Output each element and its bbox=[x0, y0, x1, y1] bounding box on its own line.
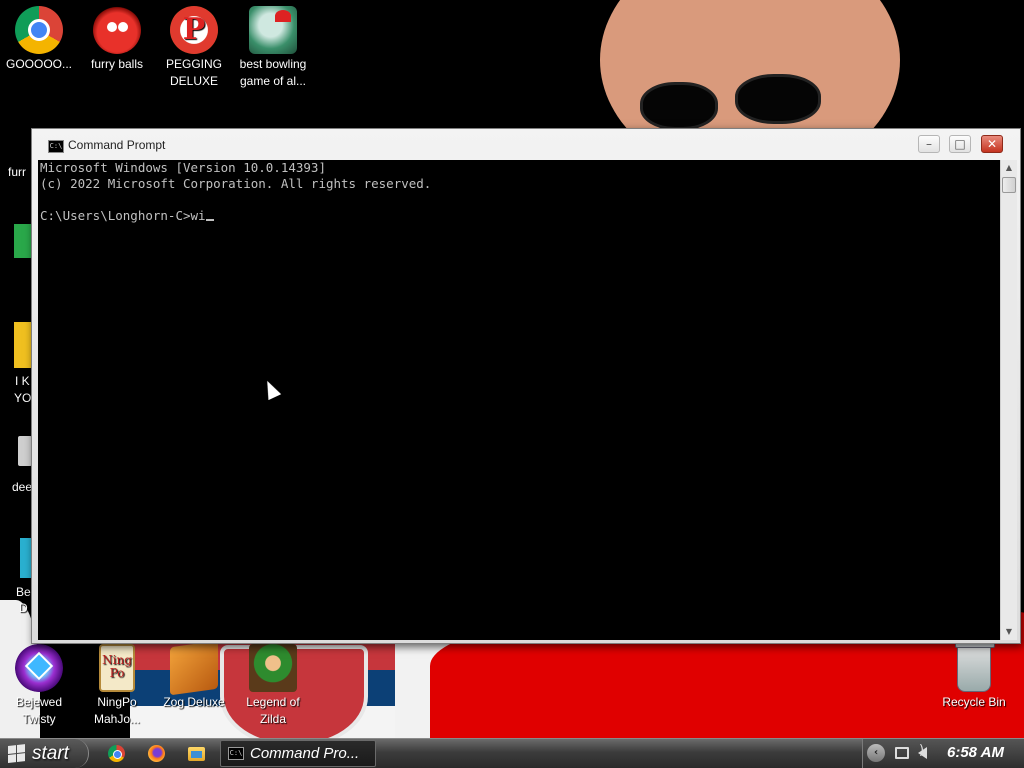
desktop-icon-best-bowling[interactable]: best bowling game of al... bbox=[235, 6, 311, 90]
desktop-icon-label: GOOOOO... bbox=[5, 57, 72, 71]
firefox-icon[interactable] bbox=[148, 745, 165, 762]
desktop-icon-recycle-bin[interactable]: Recycle Bin bbox=[936, 640, 1012, 711]
scroll-up-icon[interactable]: ▲ bbox=[1002, 160, 1016, 176]
desktop-icon-label: Bejewed Twisty bbox=[15, 695, 63, 726]
close-button[interactable]: ✕ bbox=[981, 135, 1003, 153]
minimize-button[interactable]: – bbox=[918, 135, 940, 153]
window-titlebar[interactable]: C:\ Command Prompt – □ ✕ bbox=[32, 129, 1020, 159]
desktop-icon-pegging-deluxe[interactable]: P PEGGING DELUXE bbox=[156, 6, 232, 90]
partial-icon-label[interactable]: dee bbox=[12, 480, 32, 494]
show-hidden-icons-icon[interactable]: ‹ bbox=[867, 744, 885, 762]
zog-icon bbox=[170, 640, 218, 696]
furry-balls-icon bbox=[93, 6, 141, 54]
vertical-scrollbar[interactable]: ▲ ▼ bbox=[1000, 160, 1017, 640]
console-prompt-text: C:\Users\Longhorn-C>wi bbox=[40, 208, 206, 223]
chrome-icon bbox=[15, 6, 63, 54]
cmd-icon: C:\ bbox=[48, 140, 64, 153]
desktop-icon-zog-deluxe[interactable]: Zog Deluxe bbox=[156, 640, 232, 711]
taskbar-item-label: Command Pro... bbox=[250, 745, 360, 762]
command-prompt-window[interactable]: C:\ Command Prompt – □ ✕ Microsoft Windo… bbox=[31, 128, 1021, 644]
desktop-icon-bejewed-twisty[interactable]: Bejewed Twisty bbox=[1, 644, 77, 728]
partial-icon-label[interactable]: furr bbox=[8, 165, 26, 179]
taskbar-item-command-prompt[interactable]: C:\ Command Pro... bbox=[220, 740, 376, 767]
network-icon[interactable] bbox=[895, 747, 909, 759]
console-output[interactable]: Microsoft Windows [Version 10.0.14393] (… bbox=[38, 160, 1000, 640]
clock[interactable]: 6:58 AM bbox=[947, 744, 1004, 761]
desktop-icon-label: PEGGING DELUXE bbox=[165, 57, 222, 88]
partial-icon-label[interactable]: I K bbox=[15, 374, 30, 388]
volume-icon[interactable] bbox=[918, 743, 927, 759]
maximize-button[interactable]: □ bbox=[949, 135, 971, 153]
bejeweled-icon bbox=[15, 644, 63, 692]
partial-app-icon[interactable] bbox=[14, 224, 32, 258]
desktop-icon-label: Recycle Bin bbox=[942, 695, 1006, 709]
start-label: start bbox=[32, 742, 69, 764]
file-explorer-icon[interactable] bbox=[188, 747, 205, 761]
mahjong-icon: Ning Po bbox=[99, 644, 135, 692]
partial-icon-label[interactable]: YO bbox=[14, 391, 31, 405]
desktop-icon-label: NingPo MahJo... bbox=[93, 695, 141, 726]
desktop-icon-label: best bowling game of al... bbox=[239, 57, 307, 88]
console-line: (c) 2022 Microsoft Corporation. All righ… bbox=[40, 176, 432, 191]
wallpaper-glasses-left bbox=[640, 82, 718, 130]
desktop-icon-gooooo[interactable]: GOOOOO... bbox=[1, 6, 77, 73]
console-line: Microsoft Windows [Version 10.0.14393] bbox=[40, 160, 326, 175]
bowling-icon bbox=[249, 6, 297, 54]
desktop-icon-label: Legend of Zilda bbox=[246, 695, 300, 726]
taskbar: start C:\ Command Pro... ‹ 6:58 AM bbox=[0, 738, 1024, 768]
desktop-icon-ningpo-mahjong[interactable]: Ning Po NingPo MahJo... bbox=[79, 644, 155, 728]
cmd-icon: C:\ bbox=[228, 747, 244, 760]
partial-app-icon[interactable] bbox=[18, 436, 32, 466]
scroll-down-icon[interactable]: ▼ bbox=[1002, 624, 1016, 640]
desktop-icon-label: furry balls bbox=[90, 57, 143, 71]
pegging-deluxe-icon: P bbox=[170, 6, 218, 54]
wallpaper-glasses-right bbox=[735, 74, 821, 124]
start-button[interactable]: start bbox=[0, 739, 89, 768]
text-cursor bbox=[205, 219, 214, 221]
desktop-icon-label: Zog Deluxe bbox=[163, 695, 225, 709]
desktop-icon-furry-balls[interactable]: furry balls bbox=[79, 6, 155, 73]
console-prompt-line[interactable]: C:\Users\Longhorn-C>wi bbox=[40, 208, 1000, 224]
partial-app-icon[interactable] bbox=[14, 322, 32, 368]
scrollbar-thumb[interactable] bbox=[1002, 177, 1016, 193]
windows-logo-icon bbox=[8, 743, 26, 764]
system-tray: ‹ 6:58 AM bbox=[862, 739, 1024, 768]
desktop-icon-legend-of-zilda[interactable]: Legend of Zilda bbox=[235, 644, 311, 728]
partial-icon-label[interactable]: Be bbox=[16, 585, 31, 599]
partial-icon-label[interactable]: D bbox=[19, 601, 28, 615]
chrome-icon[interactable] bbox=[108, 745, 125, 762]
window-title: Command Prompt bbox=[68, 138, 166, 152]
zelda-icon bbox=[249, 644, 297, 692]
recycle-bin-icon bbox=[955, 640, 995, 692]
